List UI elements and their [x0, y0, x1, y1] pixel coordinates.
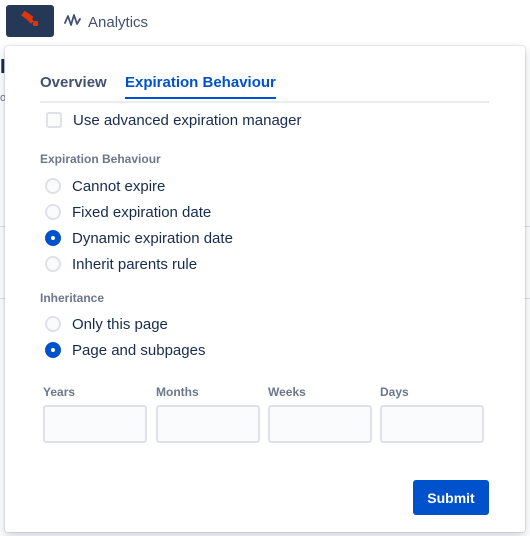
telescope-icon — [20, 10, 40, 33]
tab-expiration-behaviour[interactable]: Expiration Behaviour — [125, 74, 276, 99]
pulse-icon — [64, 13, 82, 31]
inheritance-section-label: Inheritance — [40, 291, 105, 305]
radio-fixed-expiration[interactable]: Fixed expiration date — [45, 202, 211, 222]
analytics-label: Analytics — [88, 13, 149, 31]
radio-label: Only this page — [72, 315, 168, 333]
radio-dynamic-expiration[interactable]: Dynamic expiration date — [45, 228, 233, 248]
expiration-dialog: Overview Expiration Behaviour Use advanc… — [5, 46, 525, 532]
submit-button[interactable]: Submit — [413, 480, 489, 515]
weeks-input[interactable] — [268, 405, 372, 443]
app-switcher-button[interactable] — [6, 5, 54, 37]
years-label: Years — [43, 385, 76, 399]
tab-bar: Overview Expiration Behaviour — [40, 74, 489, 103]
radio-label: Fixed expiration date — [72, 203, 212, 221]
radio-inherit-parents[interactable]: Inherit parents rule — [45, 254, 197, 274]
months-input[interactable] — [156, 405, 260, 443]
radio-button-selected[interactable] — [45, 342, 61, 358]
radio-button[interactable] — [45, 204, 61, 220]
advanced-manager-option[interactable]: Use advanced expiration manager — [46, 110, 301, 130]
radio-button[interactable] — [45, 256, 61, 272]
radio-only-this-page[interactable]: Only this page — [45, 314, 168, 334]
radio-page-and-subpages[interactable]: Page and subpages — [45, 340, 205, 360]
radio-label: Dynamic expiration date — [72, 229, 233, 247]
radio-label: Inherit parents rule — [72, 255, 198, 273]
days-label: Days — [380, 385, 409, 399]
years-input[interactable] — [43, 405, 147, 443]
analytics-link[interactable]: Analytics — [64, 12, 148, 32]
radio-label: Cannot expire — [72, 177, 166, 195]
expiration-section-label: Expiration Behaviour — [40, 152, 161, 166]
advanced-manager-checkbox[interactable] — [46, 112, 62, 128]
tab-overview[interactable]: Overview — [40, 74, 107, 97]
months-label: Months — [156, 385, 199, 399]
days-input[interactable] — [380, 405, 484, 443]
radio-label: Page and subpages — [72, 341, 206, 359]
radio-cannot-expire[interactable]: Cannot expire — [45, 176, 165, 196]
weeks-label: Weeks — [268, 385, 306, 399]
radio-button-selected[interactable] — [45, 230, 61, 246]
radio-button[interactable] — [45, 178, 61, 194]
top-bar: Analytics — [0, 0, 530, 44]
advanced-manager-label: Use advanced expiration manager — [73, 111, 302, 129]
radio-button[interactable] — [45, 316, 61, 332]
